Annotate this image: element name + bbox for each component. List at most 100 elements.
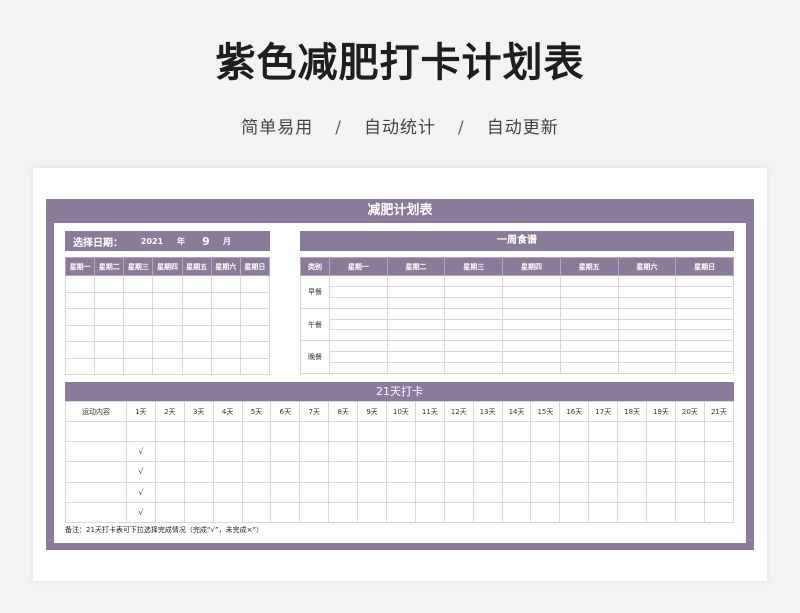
checkin-cell[interactable] [501,420,532,443]
calendar-cell[interactable] [94,291,125,309]
checkin-cell[interactable] [674,481,705,503]
meal-cell[interactable] [386,362,446,375]
checkin-cell[interactable] [472,441,503,463]
calendar-cell[interactable] [123,275,154,293]
checkin-cell[interactable] [501,481,532,503]
meal-cell[interactable] [502,296,561,309]
calendar-cell[interactable] [181,357,212,375]
calendar-cell[interactable] [239,357,271,375]
checkin-cell[interactable] [472,420,503,443]
checkin-cell[interactable] [357,420,388,443]
checkin-cell[interactable] [183,481,214,503]
calendar-cell[interactable] [64,291,96,309]
meal-cell[interactable] [329,285,388,298]
meal-cell[interactable] [559,275,619,287]
calendar-cell[interactable] [94,341,125,359]
checkin-cell[interactable] [674,420,705,443]
checkin-cell[interactable] [270,441,301,463]
checkin-cell[interactable] [270,501,301,523]
meal-cell[interactable] [329,275,388,287]
checkin-cell[interactable] [183,420,214,443]
meal-cell[interactable] [502,340,561,353]
checkin-cell[interactable] [154,501,185,523]
meal-cell[interactable] [386,307,446,320]
checkin-cell[interactable] [270,481,301,503]
checkin-cell[interactable] [328,441,359,463]
calendar-cell[interactable] [64,324,96,342]
calendar-cell[interactable] [94,275,125,293]
checkin-cell[interactable] [212,461,243,483]
meal-cell[interactable] [559,340,619,353]
meal-cell[interactable] [502,351,561,364]
checkin-cell[interactable] [328,481,359,503]
calendar-cell[interactable] [152,308,183,326]
meal-cell[interactable] [329,362,388,375]
meal-cell[interactable] [444,340,504,353]
calendar-cell[interactable] [152,324,183,342]
checkin-cell[interactable] [443,501,474,523]
meal-cell[interactable] [559,296,619,309]
meal-cell[interactable] [444,318,504,331]
meal-cell[interactable] [675,275,734,287]
checkin-cell[interactable] [530,461,561,483]
checkin-cell[interactable] [443,461,474,483]
meal-cell[interactable] [502,307,561,320]
checkin-cell[interactable] [443,441,474,463]
checkin-cell[interactable] [530,420,561,443]
calendar-cell[interactable] [64,275,96,293]
meal-cell[interactable] [559,351,619,364]
exercise-cell[interactable] [65,441,127,463]
meal-cell[interactable] [559,307,619,320]
checkin-cell[interactable] [559,481,590,503]
meal-cell[interactable] [617,296,677,309]
meal-cell[interactable] [444,351,504,364]
checkin-cell[interactable] [414,501,445,523]
meal-cell[interactable] [329,329,388,342]
meal-cell[interactable] [329,351,388,364]
checkin-cell[interactable] [212,501,243,523]
checkin-cell[interactable] [472,481,503,503]
calendar-cell[interactable] [94,324,125,342]
checkin-cell[interactable] [703,441,735,463]
calendar-cell[interactable] [64,357,96,375]
checkin-cell[interactable] [270,420,301,443]
calendar-cell[interactable] [64,341,96,359]
meal-cell[interactable] [559,285,619,298]
checkin-cell[interactable] [270,461,301,483]
checkin-cell[interactable] [588,501,619,523]
meal-cell[interactable] [502,362,561,375]
checkin-cell[interactable] [299,441,330,463]
meal-cell[interactable] [386,275,446,287]
meal-cell[interactable] [502,329,561,342]
checkin-cell[interactable] [183,501,214,523]
calendar-cell[interactable] [181,341,212,359]
calendar-cell[interactable] [210,324,241,342]
checkin-cell[interactable] [674,501,705,523]
meal-cell[interactable] [386,351,446,364]
checkin-cell[interactable] [154,461,185,483]
checkin-cell[interactable] [530,481,561,503]
meal-cell[interactable] [675,285,734,298]
meal-cell[interactable] [329,296,388,309]
checkin-cell[interactable] [703,481,735,503]
meal-cell[interactable] [675,296,734,309]
checkin-cell[interactable] [703,501,735,523]
meal-cell[interactable] [617,329,677,342]
checkin-cell[interactable] [212,481,243,503]
checkin-cell[interactable] [617,441,648,463]
calendar-cell[interactable] [239,291,271,309]
calendar-cell[interactable] [210,275,241,293]
checkin-cell[interactable] [501,501,532,523]
month-value[interactable]: 9 [195,235,217,248]
meal-cell[interactable] [386,296,446,309]
meal-cell[interactable] [675,329,734,342]
checkin-cell[interactable] [559,501,590,523]
meal-cell[interactable] [617,307,677,320]
meal-cell[interactable] [444,307,504,320]
checkin-cell[interactable] [126,420,156,443]
meal-cell[interactable] [386,318,446,331]
meal-cell[interactable] [444,362,504,375]
exercise-cell[interactable] [65,481,127,503]
checkin-cell[interactable] [588,461,619,483]
meal-cell[interactable] [559,362,619,375]
